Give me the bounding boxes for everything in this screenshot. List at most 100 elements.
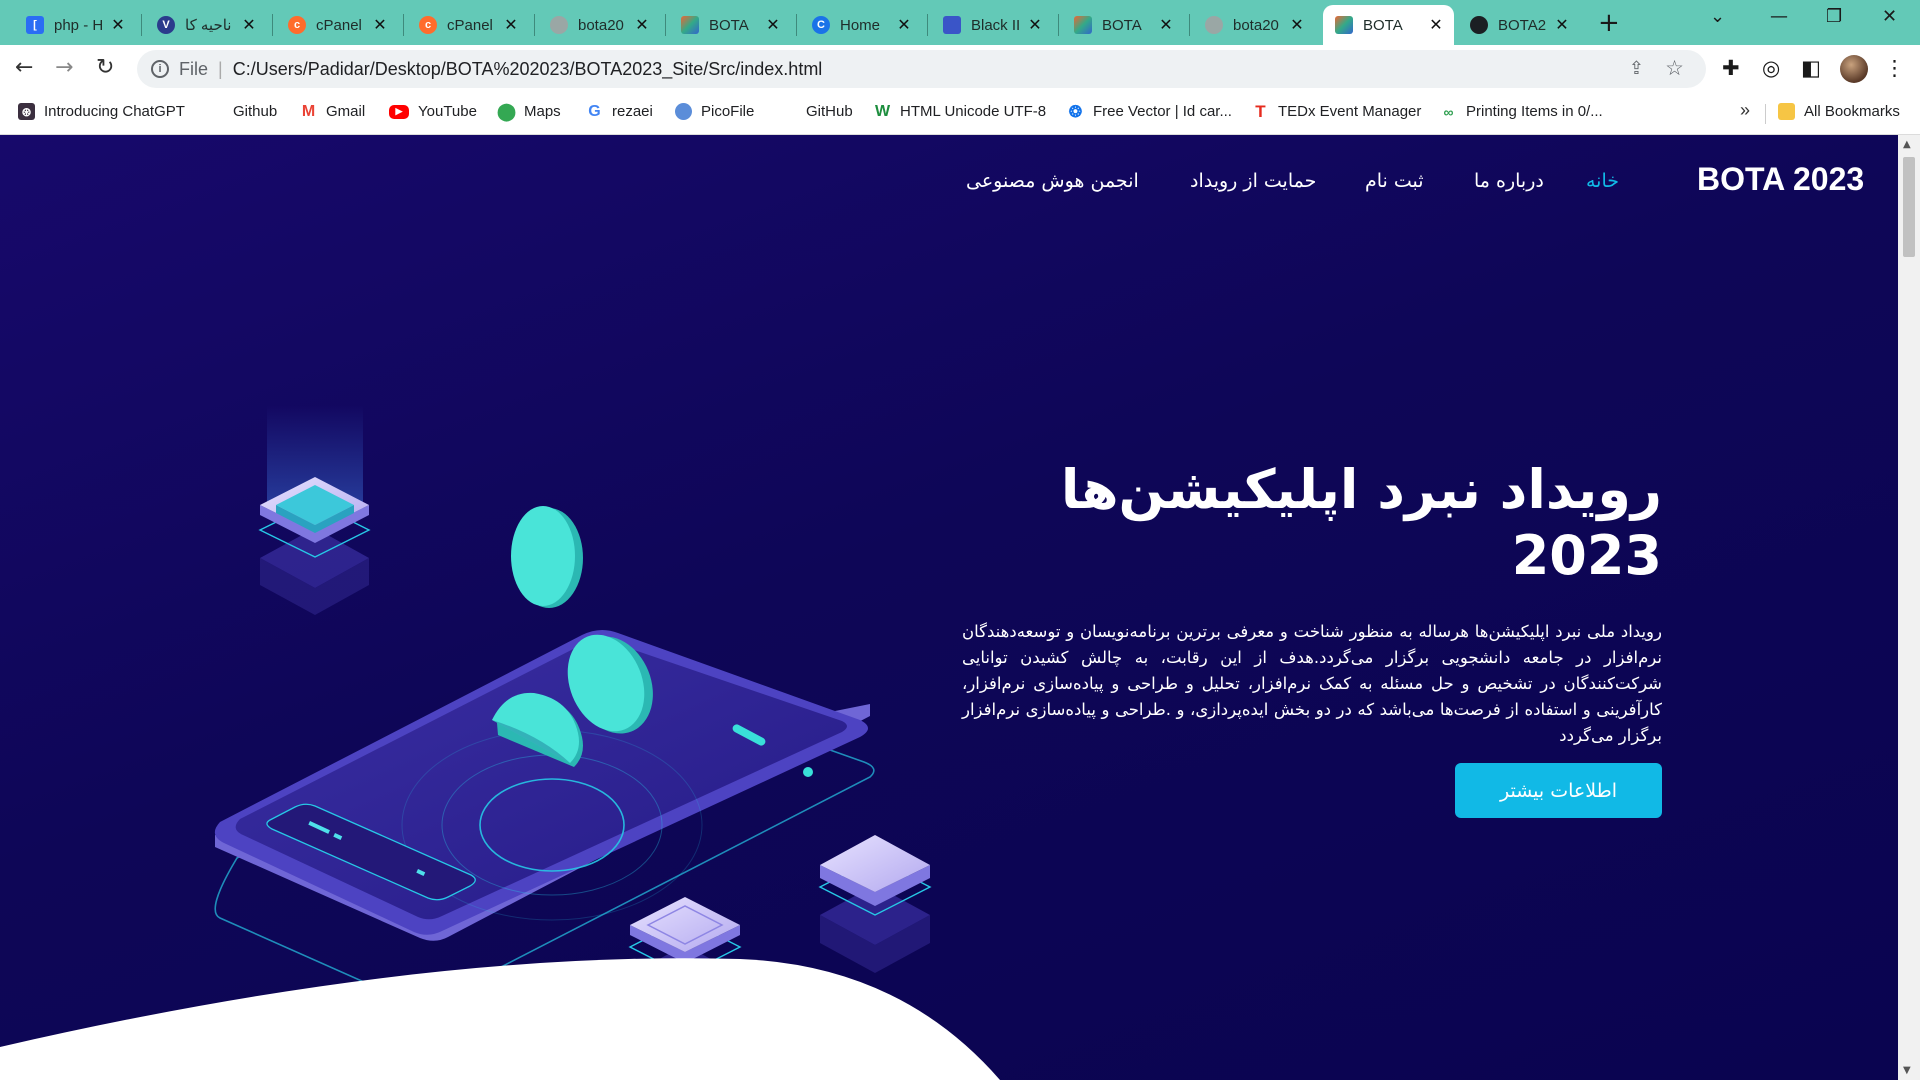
extensions-puzzle-icon[interactable]: ✚ <box>1722 56 1740 80</box>
browser-tab[interactable]: c cPanel ✕ <box>276 5 398 45</box>
nav-link-about[interactable]: درباره ما <box>1474 170 1544 192</box>
bookmark-label: HTML Unicode UTF-8 <box>900 103 1047 120</box>
github-icon <box>207 103 224 120</box>
close-icon[interactable]: ✕ <box>1158 15 1174 35</box>
scroll-down-arrow-icon[interactable]: ▼ <box>1903 1065 1911 1076</box>
bookmark-star-icon[interactable]: ☆ <box>1665 56 1684 81</box>
tab-divider <box>665 14 666 36</box>
hero-description: رویداد ملی نبرد اپلیکیشن‌ها هرساله به من… <box>962 622 1662 745</box>
bookmark-item[interactable]: M Gmail <box>300 103 365 121</box>
cube-right <box>818 835 932 973</box>
extension-swirl-icon[interactable]: ◎ <box>1762 56 1780 80</box>
tab-title: bota20 <box>578 16 624 34</box>
bookmark-item[interactable]: Github <box>207 103 277 120</box>
tab-title: Home <box>840 16 881 34</box>
globe-icon <box>1205 16 1223 34</box>
tab-title: BOTA <box>1102 16 1142 34</box>
forward-arrow-icon[interactable]: → <box>55 55 73 80</box>
bookmark-item[interactable]: ▶ YouTube <box>389 103 477 120</box>
browser-tab[interactable]: BOTA ✕ <box>1062 5 1184 45</box>
close-icon[interactable]: ✕ <box>110 15 126 35</box>
url-scheme-label: File <box>179 58 209 79</box>
bookmark-item[interactable]: ⊛ Introducing ChatGPT <box>18 103 185 120</box>
close-icon[interactable]: ✕ <box>896 15 912 35</box>
tab-title: php - H <box>54 16 104 34</box>
tab-divider <box>141 14 142 36</box>
bookmark-label: YouTube <box>418 103 477 120</box>
close-icon[interactable]: ✕ <box>634 15 650 35</box>
bookmark-item[interactable]: T TEDx Event Manager <box>1252 101 1422 121</box>
bookmark-item[interactable]: GitHub <box>780 103 853 120</box>
printing-icon: ∞ <box>1443 103 1454 120</box>
more-info-button[interactable]: اطلاعات بیشتر <box>1455 763 1662 818</box>
scrollbar-thumb[interactable] <box>1903 157 1915 257</box>
printer-icon <box>943 16 961 34</box>
tab-divider <box>927 14 928 36</box>
close-icon[interactable]: ✕ <box>1554 15 1570 35</box>
browser-tab-active[interactable]: BOTA ✕ <box>1323 5 1454 45</box>
close-icon[interactable]: ✕ <box>1027 15 1043 35</box>
close-icon[interactable]: ✕ <box>765 15 781 35</box>
nav-link-home[interactable]: خانه <box>1586 170 1619 192</box>
picofile-icon <box>675 103 692 120</box>
bota-icon <box>1074 16 1092 34</box>
side-panel-icon[interactable]: ◧ <box>1801 56 1821 80</box>
browser-tab[interactable]: Black II ✕ <box>931 5 1053 45</box>
window-close-icon[interactable]: ✕ <box>1882 6 1897 27</box>
scroll-up-arrow-icon[interactable]: ▲ <box>1903 139 1911 150</box>
browser-tab[interactable]: bota20 ✕ <box>538 5 660 45</box>
browser-tab[interactable]: BOTA ✕ <box>669 5 791 45</box>
browser-tab[interactable]: BOTA2 ✕ <box>1458 5 1580 45</box>
info-icon[interactable]: i <box>151 60 169 78</box>
bookmark-item[interactable]: G rezaei <box>586 103 653 121</box>
back-arrow-icon[interactable]: ← <box>15 55 33 80</box>
address-bar[interactable]: i File | C:/Users/Padidar/Desktop/BOTA%2… <box>137 50 1706 88</box>
nav-link-register[interactable]: ثبت نام <box>1365 170 1424 192</box>
bookmark-label: Free Vector | Id car... <box>1093 103 1232 120</box>
close-icon[interactable]: ✕ <box>1289 15 1305 35</box>
kebab-menu-icon[interactable]: ⋮ <box>1884 56 1905 80</box>
bookmark-label: PicoFile <box>701 103 755 120</box>
browser-tab[interactable]: c cPanel ✕ <box>407 5 529 45</box>
all-bookmarks-button[interactable]: All Bookmarks <box>1778 103 1900 120</box>
bookmark-item[interactable]: ∞ Printing Items in 0/... <box>1440 103 1603 120</box>
restore-icon[interactable]: ❐ <box>1826 6 1842 27</box>
url-text[interactable]: C:/Users/Padidar/Desktop/BOTA%202023/BOT… <box>233 59 823 80</box>
browser-tab[interactable]: C Home ✕ <box>800 5 922 45</box>
browser-tab[interactable]: V ناحیه کا ✕ <box>145 5 267 45</box>
tab-title: bota20 <box>1233 16 1279 34</box>
bookmark-label: rezaei <box>612 103 653 120</box>
hero-title-line2: 2023 <box>1511 524 1662 587</box>
page-viewport: BOTA 2023 خانه درباره ما ثبت نام حمایت ا… <box>0 135 1898 1080</box>
page-scrollbar[interactable]: ▲ ▼ <box>1898 135 1920 1080</box>
tab-divider <box>796 14 797 36</box>
close-icon[interactable]: ✕ <box>503 15 519 35</box>
tab-search-chevron-icon[interactable]: ⌄ <box>1710 6 1725 27</box>
close-icon[interactable]: ✕ <box>1428 15 1444 35</box>
reload-icon[interactable]: ↻ <box>96 55 114 80</box>
nav-link-support[interactable]: حمایت از رویداد <box>1190 170 1316 192</box>
browser-tab[interactable]: [ php - H ✕ <box>14 5 136 45</box>
tab-title: BOTA2 <box>1498 16 1547 34</box>
cpanel-icon: c <box>288 16 306 34</box>
bookmark-item[interactable]: PicoFile <box>675 103 754 120</box>
nav-link-ai-society[interactable]: انجمن هوش مصنوعی <box>966 170 1139 192</box>
bookmark-item[interactable]: ⬤ Maps <box>496 101 561 121</box>
site-logo[interactable]: BOTA 2023 <box>1697 161 1864 198</box>
minimize-icon[interactable]: — <box>1770 6 1788 27</box>
bookmark-item[interactable]: ❂ Free Vector | Id car... <box>1067 103 1232 121</box>
tab-divider <box>272 14 273 36</box>
tab-title: BOTA <box>1363 16 1403 34</box>
maps-icon: ⬤ <box>496 101 517 121</box>
bota-icon <box>681 16 699 34</box>
bookmark-item[interactable]: W HTML Unicode UTF-8 <box>874 103 1047 121</box>
share-icon[interactable]: ⇪ <box>1629 58 1644 79</box>
browser-tab[interactable]: bota20 ✕ <box>1193 5 1315 45</box>
bookmark-label: TEDx Event Manager <box>1278 103 1422 120</box>
close-icon[interactable]: ✕ <box>241 15 257 35</box>
profile-avatar[interactable] <box>1840 55 1868 83</box>
bookmarks-overflow-button[interactable]: » <box>1740 100 1750 121</box>
close-icon[interactable]: ✕ <box>372 15 388 35</box>
new-tab-button[interactable]: + <box>1598 8 1620 38</box>
tedx-icon: T <box>1255 101 1266 121</box>
